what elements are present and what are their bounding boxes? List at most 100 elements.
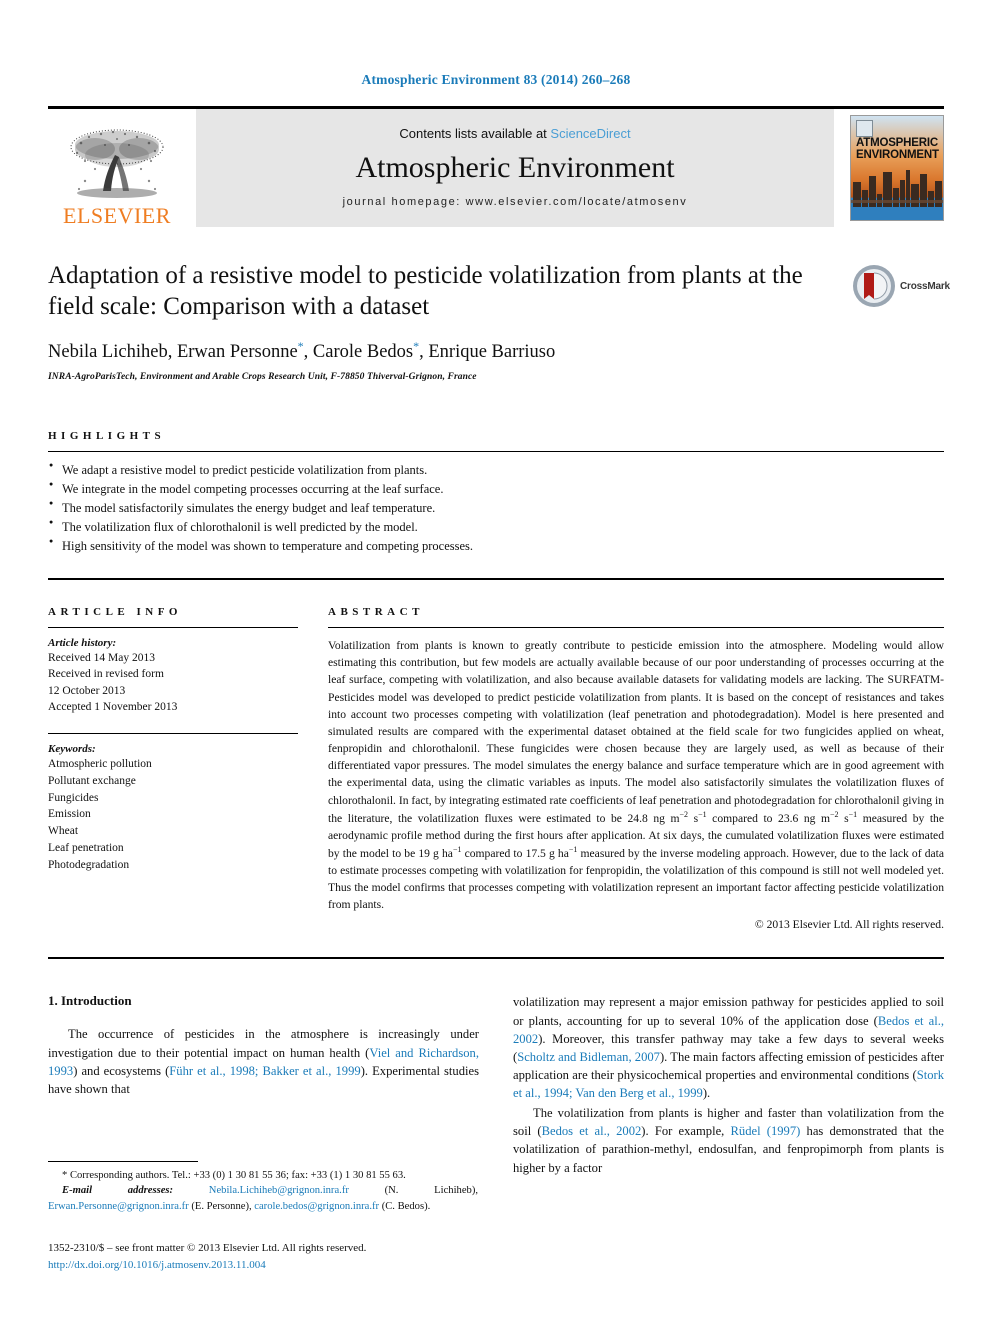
running-head: Atmospheric Environment 83 (2014) 260–26… [361, 72, 631, 87]
keyword-item: Atmospheric pollution [48, 758, 152, 771]
abstract-rule [328, 627, 944, 629]
keyword-item: Emission [48, 808, 91, 821]
keywords-rule [48, 733, 298, 735]
abstract-bottom-rule [48, 957, 944, 960]
keywords-label: Keywords: [48, 743, 96, 756]
info-abstract-section: ARTICLE INFO ABSTRACT Article history: R… [48, 606, 944, 931]
article-history-item: Accepted 1 November 2013 [48, 701, 178, 714]
issn-line: 1352-2310/$ – see front matter © 2013 El… [48, 1242, 367, 1254]
email-link-2[interactable]: Erwan.Personne@grignon.inra.fr [48, 1201, 189, 1212]
article-info-column: Article history: Received 14 May 2013 Re… [48, 618, 328, 931]
article-history-label: Article history: [48, 637, 117, 650]
abstract-part-6: compared to 17.5 g ha [461, 846, 569, 860]
sciencedirect-link[interactable]: ScienceDirect [550, 126, 630, 141]
intro-left-text-b: ) and ecosystems ( [73, 1063, 170, 1078]
info-abstract-top-rule [48, 578, 944, 581]
highlights-list: We adapt a resistive model to predict pe… [48, 460, 944, 556]
article-history-item: 12 October 2013 [48, 684, 126, 697]
affiliation: INRA-AgroParisTech, Environment and Arab… [48, 372, 477, 383]
citation-link[interactable]: Scholtz and Bidleman, 2007 [517, 1050, 660, 1064]
author-group-1: Nebila Lichiheb, Erwan Personne [48, 342, 298, 363]
abstract-part-1: Volatilization from plants is known to g… [328, 639, 944, 825]
cover-water-band [851, 207, 943, 220]
email-link-1[interactable]: Nebila.Lichiheb@grignon.inra.fr [209, 1185, 349, 1196]
intro-right2-text-b: ). For example, [641, 1124, 731, 1139]
author-list: Nebila Lichiheb, Erwan Personne*, Carole… [48, 339, 944, 363]
body-column-right: volatilization may represent a major emi… [513, 993, 944, 1178]
corresponding-contact-line: * Corresponding authors. Tel.: +33 (0) 1… [62, 1169, 406, 1181]
intro-right-text-d: ). [702, 1086, 711, 1100]
info-abstract-body: Article history: Received 14 May 2013 Re… [48, 618, 944, 931]
journal-title: Atmospheric Environment [355, 151, 675, 184]
email-name-2: (E. Personne), [188, 1200, 255, 1212]
abstract-unit-sup-1: −2 [679, 809, 689, 819]
intro-paragraph-right-2: The volatilization from plants is higher… [513, 1104, 944, 1177]
keyword-item: Photodegradation [48, 858, 130, 871]
email-addresses-label: E-mail addresses: [62, 1185, 174, 1197]
cover-title-line-2: ENVIRONMENT [856, 148, 939, 161]
footnote-area: * Corresponding authors. Tel.: +33 (0) 1… [48, 1160, 478, 1273]
journal-masthead: ELSEVIER Contents lists available at Sci… [48, 106, 944, 227]
issn-copyright-block: 1352-2310/$ – see front matter © 2013 El… [48, 1240, 478, 1273]
list-item: The volatilization flux of chlorothaloni… [48, 517, 944, 537]
list-item: We adapt a resistive model to predict pe… [48, 460, 944, 480]
article-info-heading: ARTICLE INFO [48, 606, 182, 619]
corresponding-author-note: * Corresponding authors. Tel.: +33 (0) 1… [48, 1168, 478, 1214]
cover-publisher-icon [856, 120, 873, 137]
list-item: High sensitivity of the model was shown … [48, 536, 944, 556]
abstract-text: Volatilization from plants is known to g… [328, 637, 944, 913]
abstract-part-2: s [688, 811, 699, 825]
keyword-item: Wheat [48, 825, 79, 838]
list-item: We integrate in the model competing proc… [48, 479, 944, 499]
citation-link[interactable]: Bedos et al., 2002 [542, 1124, 642, 1138]
email-name-3: (C. Bedos). [379, 1200, 431, 1212]
abstract-copyright: © 2013 Elsevier Ltd. All rights reserved… [754, 918, 944, 932]
article-info-rule [48, 627, 298, 629]
journal-homepage[interactable]: journal homepage: www.elsevier.com/locat… [343, 196, 688, 208]
doi-link[interactable]: http://dx.doi.org/10.1016/j.atmosenv.201… [48, 1257, 478, 1274]
intro-paragraph-right-1: volatilization may represent a major emi… [513, 993, 944, 1102]
section-title-introduction: 1. Introduction [48, 993, 132, 1009]
cover-title: ATMOSPHERIC ENVIRONMENT [856, 137, 939, 161]
citation-link[interactable]: Rüdel (1997) [731, 1124, 801, 1138]
abstract-unit-sup-3: −2 [830, 809, 839, 819]
article-history-item: Received in revised form [48, 668, 164, 681]
list-item: The model satisfactorily simulates the e… [48, 498, 944, 518]
journal-cover-thumbnail: ATMOSPHERIC ENVIRONMENT [844, 109, 944, 227]
abstract-unit-sup-4: −1 [848, 809, 858, 819]
citation-link[interactable]: Führ et al., 1998; Bakker et al., 1999 [169, 1064, 360, 1078]
abstract-unit-sup-2: −1 [698, 809, 707, 819]
highlights-heading: HIGHLIGHTS [48, 430, 166, 443]
intro-paragraph-left: The occurrence of pesticides in the atmo… [48, 1025, 479, 1098]
title-block: Adaptation of a resistive model to pesti… [48, 261, 950, 383]
journal-band: Contents lists available at ScienceDirec… [196, 109, 834, 227]
crossmark-icon [852, 264, 896, 308]
keyword-item: Leaf penetration [48, 841, 124, 854]
elsevier-tree-icon [65, 125, 169, 203]
email-link-3[interactable]: carole.bedos@grignon.inra.fr [254, 1201, 379, 1212]
keyword-item: Pollutant exchange [48, 775, 136, 788]
email-name-1: (N. Lichiheb), [348, 1185, 478, 1197]
abstract-part-3: compared to 23.6 ng m [706, 811, 831, 825]
contents-available-line: Contents lists available at ScienceDirec… [399, 126, 630, 141]
keyword-item: Fungicides [48, 791, 99, 804]
body-columns: 1. Introduction The occurrence of pestic… [48, 993, 944, 1178]
info-abstract-headings: ARTICLE INFO ABSTRACT [48, 606, 944, 618]
email-addresses-line: E-mail addresses: Nebila.Lichiheb@grigno… [48, 1183, 478, 1214]
abstract-part-4: s [838, 811, 849, 825]
author-group-2: , Carole Bedos [303, 342, 414, 363]
page-title: Adaptation of a resistive model to pesti… [48, 262, 803, 320]
cover-image: ATMOSPHERIC ENVIRONMENT [850, 115, 944, 221]
author-group-3: , Enrique Barriuso [419, 342, 556, 363]
contents-prefix: Contents lists available at [399, 126, 551, 141]
footnote-rule [48, 1160, 198, 1162]
crossmark-badge[interactable]: CrossMark [852, 261, 950, 311]
crossmark-label: CrossMark [900, 280, 950, 292]
body-column-left: 1. Introduction The occurrence of pestic… [48, 993, 479, 1178]
abstract-column: Volatilization from plants is known to g… [328, 618, 944, 931]
cover-title-line-1: ATMOSPHERIC [856, 137, 938, 149]
highlights-section: HIGHLIGHTS We adapt a resistive model to… [48, 430, 944, 556]
article-first-page: Atmospheric Environment 83 (2014) 260–26… [0, 0, 992, 1323]
highlights-rule [48, 451, 944, 453]
elsevier-wordmark: ELSEVIER [63, 203, 171, 228]
